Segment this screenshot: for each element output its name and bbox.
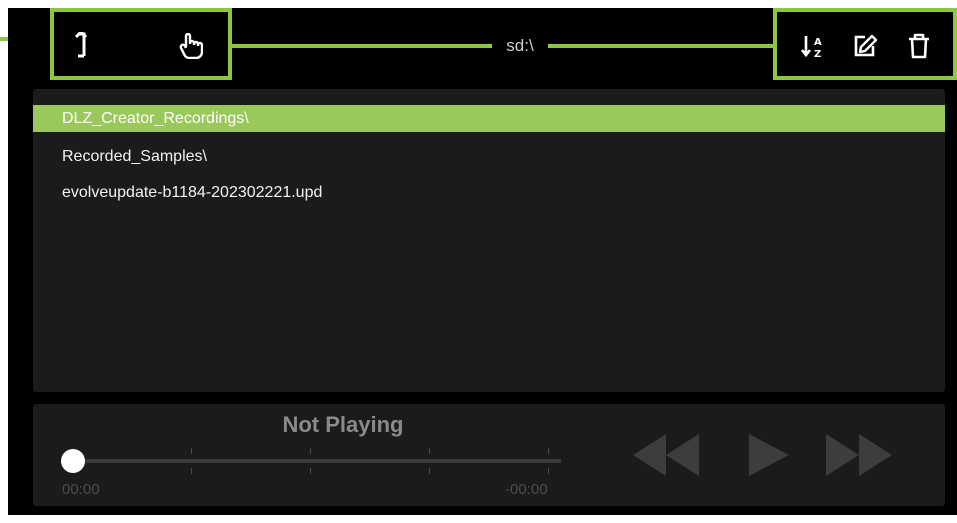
file-list: DLZ_Creator_Recordings\ Recorded_Samples… [33,89,945,392]
progress-tick [191,448,192,454]
annotation-line-center-right [548,44,773,48]
sort-az-icon[interactable]: AZ [800,32,826,60]
play-icon[interactable] [749,434,789,476]
file-row-recorded-samples[interactable]: Recorded_Samples\ [33,143,945,170]
player-panel: Not Playing 00:00 -00:00 [33,404,945,506]
progress-tick [310,468,311,474]
trash-icon[interactable] [906,32,932,60]
annotation-line-center-left [232,44,492,48]
playback-position-knob[interactable] [61,449,85,473]
progress-tick [310,448,311,454]
pointer-hand-icon[interactable] [178,32,204,60]
progress-tick [548,448,549,454]
elapsed-time: 00:00 [62,481,100,498]
progress-tick [429,468,430,474]
progress-tick [191,468,192,474]
fast-forward-icon[interactable] [826,434,892,476]
remaining-time: -00:00 [505,481,548,498]
up-arrow-icon[interactable] [68,32,94,60]
playback-progress-track[interactable] [73,459,561,463]
current-path: sd:\ [492,36,548,56]
rewind-icon[interactable] [633,434,699,476]
file-row-evolveupdate[interactable]: evolveupdate-b1184-202302221.upd [33,179,945,206]
progress-tick [429,448,430,454]
svg-text:Z: Z [814,49,821,59]
playback-status: Not Playing [282,412,404,437]
svg-text:A: A [814,37,822,48]
file-row-dlz-creator-recordings[interactable]: DLZ_Creator_Recordings\ [33,105,945,132]
edit-icon[interactable] [852,32,878,60]
progress-tick [548,468,549,474]
